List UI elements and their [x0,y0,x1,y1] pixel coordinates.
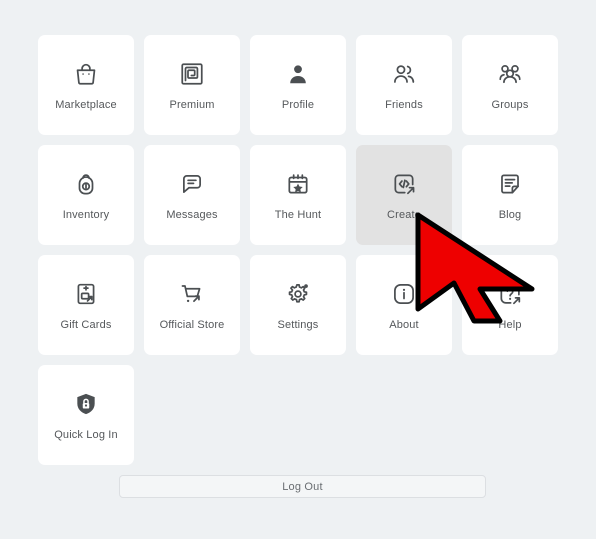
menu-tile-label: Friends [385,99,423,111]
menu-tile-label: Premium [169,99,215,111]
menu-tile-label: Groups [491,99,529,111]
two-people-icon [389,59,419,89]
menu-tile-label: Profile [281,99,315,111]
menu-tile-label: Settings [277,319,319,331]
menu-tile-the-hunt[interactable]: The Hunt [250,145,346,245]
calendar-star-icon [283,169,313,199]
code-external-link-icon [389,169,419,199]
menu-tile-label: The Hunt [274,209,322,221]
menu-tile-help[interactable]: Help [462,255,558,355]
menu-tile-label: Official Store [159,319,225,331]
menu-tile-blog[interactable]: Blog [462,145,558,245]
menu-tile-label: Quick Log In [54,429,118,441]
menu-tile-label: Messages [166,209,218,221]
menu-tile-quick-log-in[interactable]: Quick Log In [38,365,134,465]
menu-tile-about[interactable]: About [356,255,452,355]
menu-tile-official-store[interactable]: Official Store [144,255,240,355]
backpack-icon [71,169,101,199]
menu-tile-groups[interactable]: Groups [462,35,558,135]
menu-tile-label: Help [498,319,522,331]
menu-tile-label: Create [387,209,421,221]
menu-tile-inventory[interactable]: Inventory [38,145,134,245]
menu-tile-label: About [389,319,419,331]
shield-lock-icon [71,389,101,419]
menu-tile-label: Blog [498,209,522,221]
question-external-icon [495,279,525,309]
menu-tile-settings[interactable]: Settings [250,255,346,355]
menu-tile-friends[interactable]: Friends [356,35,452,135]
three-people-icon [495,59,525,89]
menu-tile-label: Inventory [62,209,110,221]
menu-tile-create[interactable]: Create [356,145,452,245]
menu-tile-marketplace[interactable]: Marketplace [38,35,134,135]
message-lines-icon [177,169,207,199]
menu-tile-profile[interactable]: Profile [250,35,346,135]
menu-tile-messages[interactable]: Messages [144,145,240,245]
shopping-bag-icon [71,59,101,89]
logout-row: Log Out [119,475,486,498]
menu-tile-label: Marketplace [55,99,117,111]
info-circle-icon [389,279,419,309]
gift-card-external-icon [71,279,101,309]
log-out-button[interactable]: Log Out [119,475,486,498]
menu-tile-premium[interactable]: Premium [144,35,240,135]
gear-badge-icon [283,279,313,309]
menu-tile-gift-cards[interactable]: Gift Cards [38,255,134,355]
shopping-cart-external-icon [177,279,207,309]
premium-spiral-p-icon [177,59,207,89]
blog-note-icon [495,169,525,199]
menu-tile-label: Gift Cards [60,319,112,331]
menu-grid: Marketplace Premium Profile Friends Groups In… [38,35,566,465]
app-root: Marketplace Premium Profile Friends Groups In… [0,0,596,539]
person-icon [283,59,313,89]
